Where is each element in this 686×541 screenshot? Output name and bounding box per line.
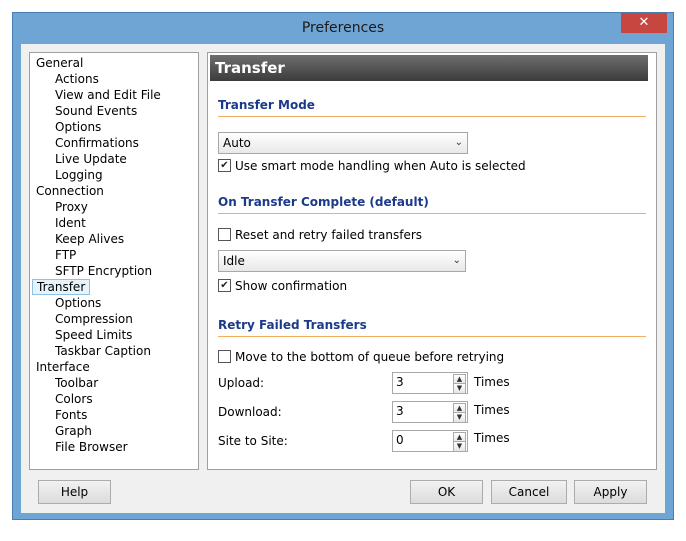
tree-item-actions[interactable]: Actions: [30, 71, 99, 87]
transfer-mode-select[interactable]: Auto ⌄: [218, 132, 468, 154]
tree-item-colors[interactable]: Colors: [30, 391, 93, 407]
tree-item-taskbar-caption[interactable]: Taskbar Caption: [30, 343, 151, 359]
tree-item-options[interactable]: Options: [30, 119, 101, 135]
chevron-down-icon: ⌄: [454, 137, 463, 148]
download-stepper[interactable]: 3 ▲ ▼: [392, 401, 468, 423]
move-bottom-checkbox-row[interactable]: Move to the bottom of queue before retry…: [218, 350, 504, 366]
tree-item-proxy[interactable]: Proxy: [30, 199, 88, 215]
on-complete-value: Idle: [223, 254, 245, 268]
reset-retry-label: Reset and retry failed transfers: [235, 228, 423, 242]
tree-item-confirmations[interactable]: Confirmations: [30, 135, 139, 151]
section-title-retry: Retry Failed Transfers: [218, 318, 367, 332]
site-to-site-value: 0: [396, 433, 404, 447]
category-tree[interactable]: General Actions View and Edit File Sound Ev…: [29, 52, 199, 470]
download-value: 3: [396, 404, 404, 418]
close-icon: ✕: [638, 15, 650, 30]
tree-item-graph[interactable]: Graph: [30, 423, 92, 439]
tree-item-speed-limits[interactable]: Speed Limits: [30, 327, 132, 343]
tree-item-ftp[interactable]: FTP: [30, 247, 76, 263]
smart-mode-checkbox-row[interactable]: ✔ Use smart mode handling when Auto is se…: [218, 159, 526, 175]
help-button[interactable]: Help: [38, 480, 111, 504]
tree-item-compression[interactable]: Compression: [30, 311, 133, 327]
tree-item-keep-alives[interactable]: Keep Alives: [30, 231, 124, 247]
download-unit: Times: [474, 403, 510, 417]
tree-item-logging[interactable]: Logging: [30, 167, 103, 183]
section-title-transfer-mode: Transfer Mode: [218, 98, 315, 112]
ok-button[interactable]: OK: [410, 480, 483, 504]
upload-unit: Times: [474, 375, 510, 389]
section-divider: [218, 336, 646, 337]
site-to-site-unit: Times: [474, 431, 510, 445]
tree-item-general[interactable]: General: [30, 55, 83, 71]
section-divider: [218, 213, 646, 214]
reset-retry-checkbox[interactable]: [218, 228, 231, 241]
title-bar[interactable]: Preferences ✕: [13, 13, 673, 43]
tree-item-connection[interactable]: Connection: [30, 183, 104, 199]
upload-label: Upload:: [218, 376, 265, 390]
upload-value: 3: [396, 375, 404, 389]
reset-retry-checkbox-row[interactable]: Reset and retry failed transfers: [218, 228, 422, 244]
check-icon: ✔: [220, 280, 229, 291]
site-to-site-stepper[interactable]: 0 ▲ ▼: [392, 430, 468, 452]
tree-item-fonts[interactable]: Fonts: [30, 407, 87, 423]
preferences-window: Preferences ✕ General Actions View and Edi…: [12, 12, 674, 520]
spin-down-icon[interactable]: ▼: [453, 412, 466, 423]
tree-item-options[interactable]: Options: [30, 295, 101, 311]
transfer-mode-value: Auto: [223, 136, 251, 150]
apply-button[interactable]: Apply: [574, 480, 647, 504]
section-divider: [218, 116, 646, 117]
panel-header: Transfer: [210, 55, 648, 81]
close-button[interactable]: ✕: [621, 13, 667, 33]
show-confirmation-checkbox[interactable]: ✔: [218, 279, 231, 292]
chevron-down-icon: ⌄: [452, 255, 461, 266]
tree-item-sftp-encryption[interactable]: SFTP Encryption: [30, 263, 152, 279]
smart-mode-label: Use smart mode handling when Auto is sel…: [235, 159, 526, 173]
dialog-client: General Actions View and Edit File Sound Ev…: [21, 44, 665, 513]
tree-item-interface[interactable]: Interface: [30, 359, 90, 375]
section-title-on-complete: On Transfer Complete (default): [218, 195, 429, 209]
tree-item-toolbar[interactable]: Toolbar: [30, 375, 98, 391]
settings-panel: Transfer Transfer Mode Auto ⌄ ✔ Use smart…: [207, 52, 657, 470]
tree-item-file-browser[interactable]: File Browser: [30, 439, 128, 455]
tree-item-view-and-edit-file[interactable]: View and Edit File: [30, 87, 161, 103]
window-title: Preferences: [301, 20, 385, 36]
cancel-button[interactable]: Cancel: [491, 480, 567, 504]
move-bottom-label: Move to the bottom of queue before retry…: [235, 350, 505, 364]
tree-item-sound-events[interactable]: Sound Events: [30, 103, 137, 119]
check-icon: ✔: [220, 160, 229, 171]
on-complete-select[interactable]: Idle ⌄: [218, 250, 466, 272]
download-label: Download:: [218, 405, 282, 419]
spin-down-icon[interactable]: ▼: [453, 441, 466, 452]
smart-mode-checkbox[interactable]: ✔: [218, 159, 231, 172]
tree-item-live-update[interactable]: Live Update: [30, 151, 127, 167]
site-to-site-label: Site to Site:: [218, 434, 288, 448]
show-confirmation-label: Show confirmation: [235, 279, 348, 293]
show-confirmation-checkbox-row[interactable]: ✔ Show confirmation: [218, 279, 347, 295]
move-bottom-checkbox[interactable]: [218, 350, 231, 363]
upload-stepper[interactable]: 3 ▲ ▼: [392, 372, 468, 394]
tree-item-ident[interactable]: Ident: [30, 215, 86, 231]
spin-down-icon[interactable]: ▼: [453, 383, 466, 394]
tree-item-transfer[interactable]: Transfer: [32, 279, 91, 295]
